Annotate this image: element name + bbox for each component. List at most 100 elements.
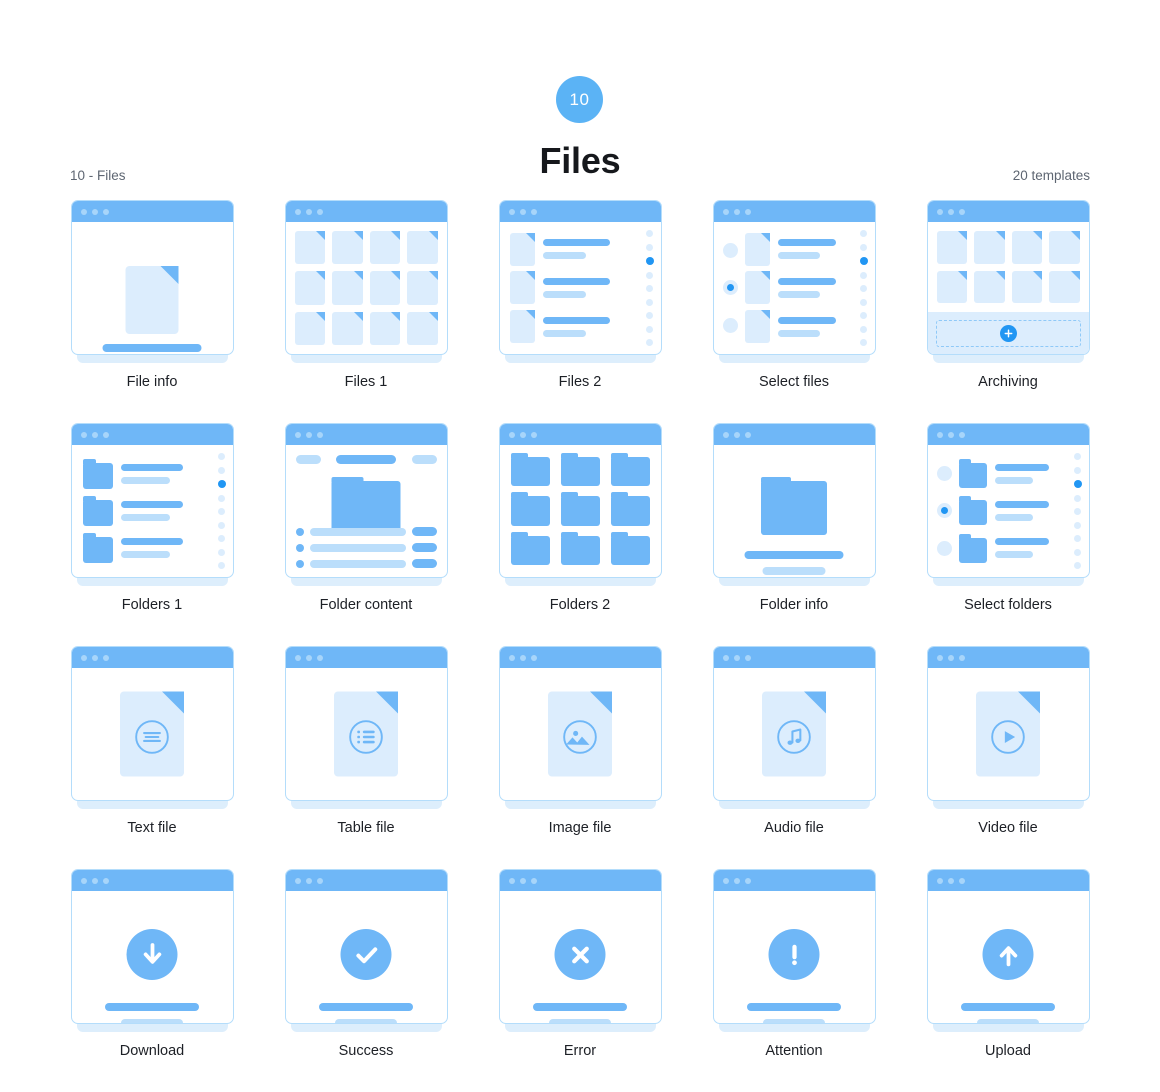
row-action-button[interactable] [411,527,437,536]
list-item[interactable] [509,232,635,266]
file-icon [744,310,770,344]
toolbar-chip[interactable] [411,455,437,464]
scrollbar[interactable] [1073,453,1082,569]
scroll-dot[interactable] [860,243,867,251]
folder-icon[interactable] [510,531,550,565]
scroll-dot[interactable] [860,285,867,292]
template-card-files-2[interactable]: Files 2 [473,200,687,423]
template-card-download[interactable]: Download [45,869,259,1092]
list-item[interactable] [509,271,635,305]
scroll-dot[interactable] [1074,466,1081,474]
folder-icon[interactable] [510,452,550,487]
row-action-button[interactable] [411,559,437,568]
scroll-dot[interactable] [860,325,867,333]
scrollbar[interactable] [217,453,226,569]
list-item[interactable] [295,527,437,536]
scroll-dot[interactable] [646,230,653,237]
scroll-dot-active[interactable] [1073,480,1082,488]
template-card-audio-file[interactable]: Audio file [687,646,901,869]
template-card-folder-content[interactable]: Folder content [259,423,473,646]
scroll-dot[interactable] [1074,521,1081,529]
list-item[interactable] [295,559,437,568]
folder-icon[interactable] [560,492,600,526]
file-dropzone[interactable] [927,312,1089,354]
list-item[interactable] [744,232,849,266]
scroll-dot[interactable] [1074,453,1081,460]
card-label: Archiving [978,374,1038,390]
scroll-dot[interactable] [1074,562,1081,569]
scroll-dot[interactable] [860,230,867,237]
folder-icon [958,459,987,489]
scrollbar[interactable] [645,230,654,346]
toolbar-chip[interactable] [295,455,321,464]
template-card-error[interactable]: Error [473,869,687,1092]
scroll-dot[interactable] [646,325,653,333]
scroll-dot[interactable] [218,453,225,460]
scrollbar[interactable] [859,230,868,346]
download-arrow-icon [126,929,178,980]
template-card-folder-info[interactable]: Folder info [687,423,901,646]
scroll-dot[interactable] [1074,508,1081,515]
template-card-success[interactable]: Success [259,869,473,1092]
scroll-dot[interactable] [646,312,653,319]
scroll-dot-active[interactable] [217,480,226,488]
list-item[interactable] [509,310,635,344]
folder-icon[interactable] [610,531,650,565]
list-item[interactable] [82,533,207,564]
scroll-dot[interactable] [860,339,867,346]
template-card-text-file[interactable]: Text file [45,646,259,869]
scroll-dot[interactable] [646,271,653,279]
template-card-select-folders[interactable]: Select folders [901,423,1115,646]
scroll-dot[interactable] [646,285,653,292]
template-card-table-file[interactable]: Table file [259,646,473,869]
folder-icon[interactable] [510,492,550,526]
scroll-dot[interactable] [218,535,225,542]
scroll-dot[interactable] [218,548,225,556]
template-card-files-1[interactable]: Files 1 [259,200,473,423]
list-item[interactable] [958,496,1063,526]
template-card-attention[interactable]: Attention [687,869,901,1092]
scroll-dot[interactable] [218,508,225,515]
list-item[interactable] [295,543,437,552]
list-item[interactable] [82,458,207,489]
template-card-folders-2[interactable]: Folders 2 [473,423,687,646]
window-shadow [76,800,228,809]
file-thumb [369,311,400,345]
scroll-dot[interactable] [1074,494,1081,502]
scroll-dot[interactable] [860,312,867,319]
scroll-dot[interactable] [218,466,225,474]
scroll-dot[interactable] [646,243,653,251]
template-card-select-files[interactable]: Select files [687,200,901,423]
folder-icon [82,458,113,489]
list-item[interactable] [82,495,207,526]
template-card-image-file[interactable]: Image file [473,646,687,869]
template-card-video-file[interactable]: Video file [901,646,1115,869]
list-item[interactable] [958,533,1063,563]
scroll-dot[interactable] [646,298,653,306]
folder-icon[interactable] [560,531,600,565]
folder-info-icon [761,477,827,535]
row-action-button[interactable] [411,543,437,552]
add-file-button[interactable] [999,324,1017,342]
template-card-upload[interactable]: Upload [901,869,1115,1092]
toolbar-search-bar[interactable] [336,455,396,464]
scroll-dot[interactable] [218,562,225,569]
scroll-dot[interactable] [1074,535,1081,542]
scroll-dot[interactable] [646,339,653,346]
scroll-dot[interactable] [218,521,225,529]
scroll-dot[interactable] [860,271,867,279]
folder-icon[interactable] [560,452,600,487]
scroll-dot[interactable] [860,298,867,306]
scroll-dot[interactable] [218,494,225,502]
scroll-dot[interactable] [1074,548,1081,556]
template-card-folders-1[interactable]: Folders 1 [45,423,259,646]
template-card-archiving[interactable]: Archiving [901,200,1115,423]
folder-icon[interactable] [610,452,650,487]
list-item[interactable] [744,271,849,305]
list-item[interactable] [744,310,849,344]
scroll-dot-active[interactable] [645,257,654,265]
list-item[interactable] [958,459,1063,489]
folder-icon[interactable] [610,492,650,526]
scroll-dot-active[interactable] [859,257,868,265]
template-card-file-info[interactable]: File info [45,200,259,423]
